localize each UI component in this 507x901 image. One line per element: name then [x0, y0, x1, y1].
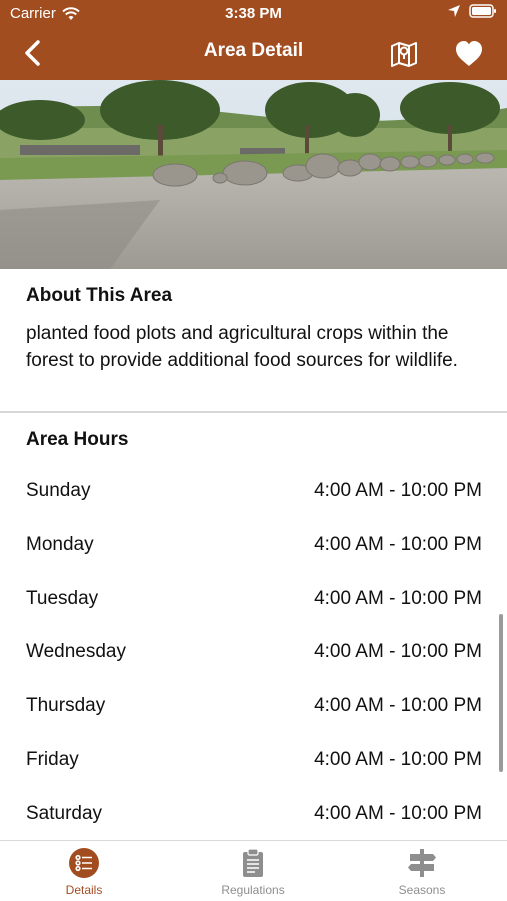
- hours-row-sunday: Sunday 4:00 AM - 10:00 PM: [26, 476, 482, 506]
- status-bar: Carrier 3:38 PM: [0, 0, 507, 28]
- hours-value: 4:00 AM - 10:00 PM: [314, 480, 482, 501]
- section-divider: [0, 411, 507, 413]
- hours-value: 4:00 AM - 10:00 PM: [314, 803, 482, 824]
- day-label: Saturday: [26, 803, 103, 824]
- page-title: Area Detail: [203, 40, 304, 61]
- navigation-bar: Carrier 3:38 PM Area Detail: [0, 0, 507, 80]
- tab-seasons[interactable]: Seasons: [362, 847, 482, 897]
- tab-bar: Details Regulations Seasons: [0, 840, 507, 901]
- clock: 3:38 PM: [225, 5, 282, 22]
- tab-label: Regulations: [221, 883, 285, 897]
- day-label: Thursday: [26, 695, 106, 716]
- status-icons: [447, 4, 497, 18]
- vertical-scrollbar[interactable]: [499, 614, 503, 772]
- tab-label: Seasons: [398, 883, 446, 897]
- day-label: Sunday: [26, 480, 91, 501]
- location-arrow-icon: [448, 5, 460, 17]
- tab-details[interactable]: Details: [24, 847, 144, 897]
- about-description: planted food plots and agricultural crop…: [26, 323, 458, 371]
- hours-row-wednesday: Wednesday 4:00 AM - 10:00 PM: [26, 637, 482, 667]
- signpost-icon: [408, 849, 436, 877]
- hours-value: 4:00 AM - 10:00 PM: [314, 695, 482, 716]
- favorite-heart-icon[interactable]: [454, 39, 484, 69]
- day-label: Friday: [26, 749, 79, 770]
- hours-heading: Area Hours: [26, 429, 129, 450]
- hours-row-tuesday: Tuesday 4:00 AM - 10:00 PM: [26, 584, 482, 614]
- hours-row-thursday: Thursday 4:00 AM - 10:00 PM: [26, 691, 482, 721]
- hours-value: 4:00 AM - 10:00 PM: [314, 588, 482, 609]
- hours-value: 4:00 AM - 10:00 PM: [314, 534, 482, 555]
- area-photo: [0, 80, 507, 269]
- tab-label: Details: [65, 883, 103, 897]
- day-label: Monday: [26, 534, 94, 555]
- about-heading: About This Area: [26, 285, 173, 306]
- hours-value: 4:00 AM - 10:00 PM: [314, 749, 482, 770]
- day-label: Wednesday: [26, 641, 126, 662]
- clipboard-icon: [243, 848, 263, 877]
- battery-icon: [469, 4, 496, 18]
- list-icon: [69, 848, 99, 878]
- map-icon[interactable]: [389, 40, 419, 68]
- tab-regulations[interactable]: Regulations: [193, 847, 313, 897]
- hours-value: 4:00 AM - 10:00 PM: [314, 641, 482, 662]
- nav-row: Area Detail: [0, 30, 507, 76]
- hours-row-friday: Friday 4:00 AM - 10:00 PM: [26, 745, 482, 775]
- area-photo-image: [0, 80, 507, 269]
- day-label: Tuesday: [26, 588, 99, 609]
- hours-row-monday: Monday 4:00 AM - 10:00 PM: [26, 530, 482, 560]
- hours-row-saturday: Saturday 4:00 AM - 10:00 PM: [26, 799, 482, 829]
